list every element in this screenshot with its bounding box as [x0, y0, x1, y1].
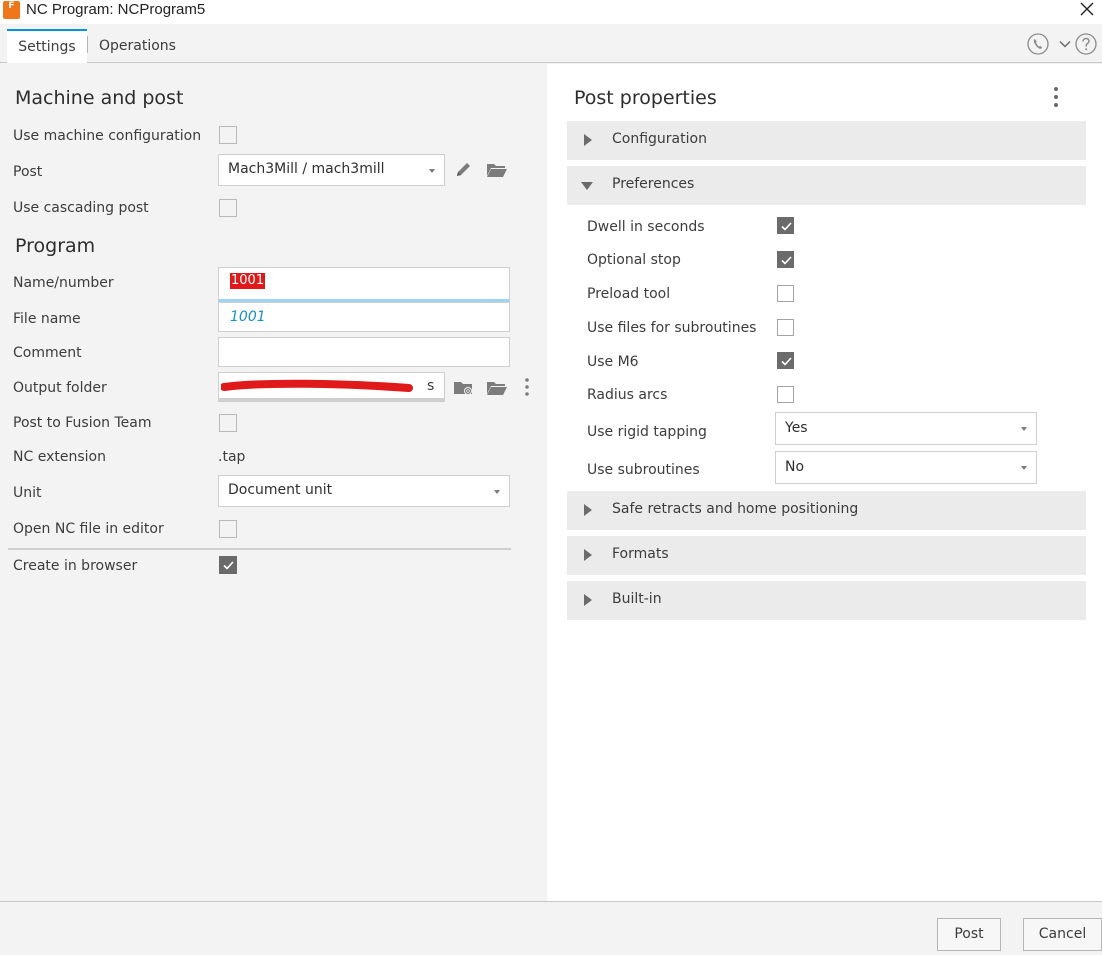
open-nc-editor-label: Open NC file in editor — [13, 521, 164, 537]
post-select[interactable]: Mach3Mill / mach3mill — [218, 154, 445, 186]
dropdown-arrow-icon — [1021, 427, 1027, 431]
expand-arrow-icon — [584, 134, 592, 146]
pref-label-dwell: Dwell in seconds — [587, 219, 705, 235]
title-bar: F NC Program: NCProgram5 — [0, 0, 1102, 24]
pref-checkbox-use-m6[interactable] — [777, 352, 794, 369]
post-select-value: Mach3Mill / mach3mill — [228, 161, 385, 177]
checkmark-icon — [223, 561, 234, 570]
pref-checkbox-optional-stop[interactable] — [777, 251, 794, 268]
rigid-tapping-select[interactable]: Yes — [775, 412, 1037, 445]
machine-section-title: Machine and post — [15, 87, 184, 109]
section-formats[interactable]: Formats — [567, 536, 1086, 575]
help-icon[interactable] — [1075, 33, 1097, 55]
name-number-label: Name/number — [13, 275, 114, 291]
section-configuration[interactable]: Configuration — [567, 121, 1086, 160]
checkmark-icon — [781, 222, 792, 231]
pref-label-files-subroutines: Use files for subroutines — [587, 320, 757, 336]
expand-arrow-icon — [584, 549, 592, 561]
unit-select-value: Document unit — [228, 482, 333, 498]
pref-label-radius-arcs: Radius arcs — [587, 387, 668, 403]
pref-checkbox-radius-arcs[interactable] — [777, 386, 794, 403]
cancel-button[interactable]: Cancel — [1023, 918, 1102, 951]
output-folder-label: Output folder — [13, 380, 107, 396]
use-subroutines-value: No — [785, 459, 805, 475]
phone-icon[interactable] — [1027, 33, 1049, 55]
chevron-down-icon[interactable] — [1059, 40, 1071, 48]
section-divider — [8, 548, 511, 550]
use-cascading-label: Use cascading post — [13, 200, 149, 216]
create-in-browser-checkbox[interactable] — [219, 556, 237, 574]
section-label: Built-in — [612, 591, 662, 607]
tab-divider — [87, 36, 88, 53]
pref-checkbox-preload-tool[interactable] — [777, 285, 794, 302]
open-folder-icon[interactable] — [486, 160, 508, 180]
open-nc-editor-checkbox[interactable] — [219, 520, 237, 538]
checkmark-icon — [781, 357, 792, 366]
post-fusion-team-label: Post to Fusion Team — [13, 415, 152, 431]
use-cascading-checkbox[interactable] — [219, 199, 237, 217]
pref-checkbox-files-subroutines[interactable] — [777, 319, 794, 336]
close-icon[interactable] — [1078, 0, 1096, 20]
dropdown-arrow-icon — [1021, 466, 1027, 470]
dropdown-arrow-icon — [429, 169, 435, 173]
pref-label-use-m6: Use M6 — [587, 354, 639, 370]
nc-extension-label: NC extension — [13, 449, 106, 465]
unit-label: Unit — [13, 485, 42, 501]
dialog-footer: Post Cancel — [0, 901, 1102, 955]
tab-settings[interactable]: Settings — [7, 29, 87, 63]
post-fusion-team-checkbox[interactable] — [219, 414, 237, 432]
tab-operations[interactable]: Operations — [99, 38, 176, 54]
unit-select[interactable]: Document unit — [218, 475, 510, 507]
use-subroutines-select[interactable]: No — [775, 451, 1037, 484]
rigid-tapping-value: Yes — [785, 420, 808, 436]
program-section-title: Program — [15, 235, 96, 257]
section-built-in[interactable]: Built-in — [567, 581, 1086, 620]
name-number-input[interactable]: 1001 — [218, 267, 510, 302]
file-name-input[interactable]: 1001 — [218, 302, 510, 332]
pref-label-optional-stop: Optional stop — [587, 252, 681, 268]
more-options-icon[interactable] — [524, 377, 530, 397]
redaction-mark — [221, 379, 413, 392]
use-subroutines-label: Use subroutines — [587, 462, 700, 478]
tab-bar: Settings Operations — [0, 24, 1102, 63]
rigid-tapping-label: Use rigid tapping — [587, 424, 707, 440]
edit-pencil-icon[interactable] — [453, 160, 475, 180]
fusion-app-icon: F — [3, 1, 20, 19]
folder-preview-icon[interactable] — [453, 378, 475, 398]
comment-input[interactable] — [218, 337, 510, 367]
post-properties-title: Post properties — [574, 87, 717, 109]
section-preferences[interactable]: Preferences — [567, 166, 1086, 205]
settings-panel: Machine and post Use machine configurati… — [0, 64, 547, 901]
output-folder-tail: s — [427, 378, 435, 394]
comment-label: Comment — [13, 345, 82, 361]
expand-arrow-icon — [584, 504, 592, 516]
use-machine-config-label: Use machine configuration — [13, 128, 202, 144]
pref-checkbox-dwell[interactable] — [777, 217, 794, 234]
nc-extension-value: .tap — [218, 449, 246, 465]
checkmark-icon — [781, 256, 792, 265]
window-title: NC Program: NCProgram5 — [26, 1, 206, 18]
section-label: Safe retracts and home positioning — [612, 501, 859, 517]
file-name-label: File name — [13, 311, 81, 327]
section-label: Formats — [612, 546, 669, 562]
output-folder-input[interactable]: s — [218, 372, 445, 402]
section-label: Configuration — [612, 131, 707, 147]
collapse-arrow-icon — [581, 182, 593, 190]
dropdown-arrow-icon — [494, 490, 500, 494]
open-folder-icon[interactable] — [486, 378, 508, 398]
file-name-value: 1001 — [230, 309, 266, 325]
more-options-icon[interactable] — [1053, 86, 1059, 108]
expand-arrow-icon — [584, 594, 592, 606]
name-number-selected-text: 1001 — [230, 273, 266, 289]
create-in-browser-label: Create in browser — [13, 558, 138, 574]
post-button[interactable]: Post — [937, 918, 1001, 951]
post-label: Post — [13, 164, 43, 180]
section-safe-retracts[interactable]: Safe retracts and home positioning — [567, 491, 1086, 530]
post-properties-panel: Post properties Configuration Preference… — [547, 64, 1102, 901]
section-label: Preferences — [612, 176, 695, 192]
pref-label-preload-tool: Preload tool — [587, 286, 671, 302]
use-machine-config-checkbox[interactable] — [219, 126, 237, 144]
